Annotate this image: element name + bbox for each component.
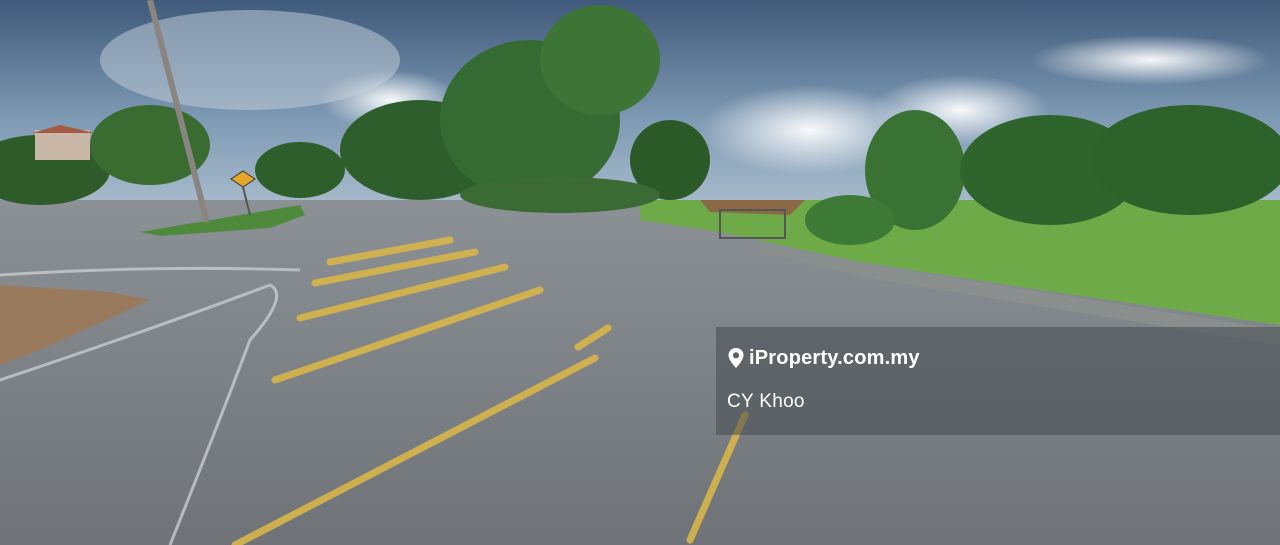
watermark-overlay: iProperty.com.my CY Khoo	[716, 327, 1280, 435]
agent-name: CY Khoo	[727, 391, 805, 412]
listing-photo: iProperty.com.my CY Khoo	[0, 0, 1280, 545]
watermark-brand-row: iProperty.com.my	[727, 345, 1280, 371]
map-pin-icon	[727, 347, 745, 369]
street-scene-image	[0, 0, 1280, 545]
watermark-brand: iProperty.com.my	[749, 346, 920, 369]
